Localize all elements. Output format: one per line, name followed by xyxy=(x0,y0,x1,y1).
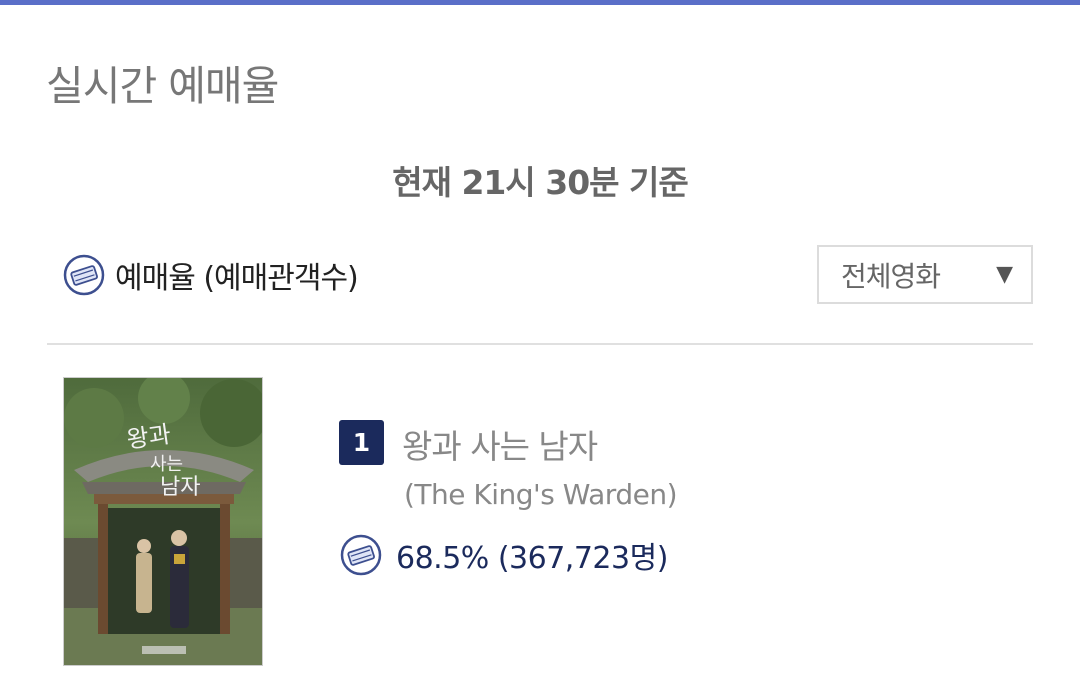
svg-text:남자: 남자 xyxy=(160,475,200,500)
movie-poster-image: 왕과 사는 남자 xyxy=(64,378,262,665)
time-basis-label: 현재 21시 30분 기준 xyxy=(392,163,688,202)
ticket-icon xyxy=(63,254,105,296)
ticket-icon xyxy=(340,534,382,576)
movie-english-title: (The King's Warden) xyxy=(404,478,678,511)
section-divider xyxy=(47,343,1033,345)
reservation-rate-value: 68.5% (367,723명) xyxy=(396,541,668,576)
movie-reservation-rate: 68.5% (367,723명) xyxy=(340,533,668,577)
movie-filter-select[interactable]: 전체영화 ▼ xyxy=(817,245,1033,304)
rate-section-header: 예매율 (예매관객수) xyxy=(63,253,359,297)
movie-poster[interactable]: 왕과 사는 남자 xyxy=(63,377,263,666)
svg-text:사는: 사는 xyxy=(150,454,183,475)
movie-title[interactable]: 왕과 사는 남자 xyxy=(402,420,598,468)
chevron-down-icon: ▼ xyxy=(996,262,1013,287)
page-title: 실시간 예매율 xyxy=(46,62,279,110)
top-accent-bar xyxy=(0,0,1080,5)
filter-selected-value: 전체영화 xyxy=(841,259,941,293)
rate-section-label: 예매율 (예매관객수) xyxy=(115,261,359,296)
rank-badge: 1 xyxy=(339,420,384,465)
